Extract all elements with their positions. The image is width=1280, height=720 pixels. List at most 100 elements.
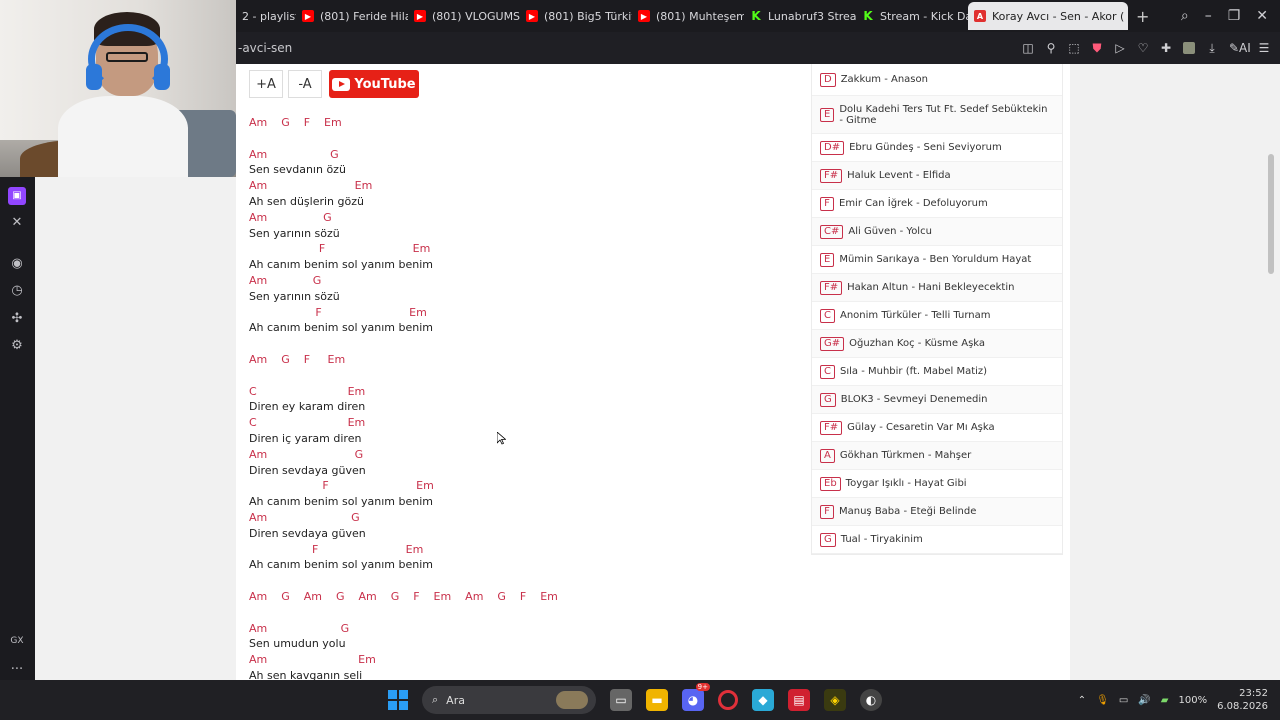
microphone-icon[interactable]: 🎙	[1096, 695, 1109, 706]
pin-icon[interactable]: ⚲	[1045, 41, 1057, 55]
song-list-item[interactable]: Eb Toygar Işıklı - Hayat Gibi	[812, 470, 1062, 498]
song-key-badge: A	[820, 448, 835, 463]
url-field[interactable]: -avci-sen	[236, 41, 292, 55]
twitch-icon[interactable]: ▣	[8, 187, 26, 205]
obs-icon[interactable]: ◐	[860, 689, 882, 711]
song-title: Hakan Altun - Hani Bekleyecektin	[847, 282, 1015, 293]
volume-icon[interactable]: 🔊	[1138, 695, 1150, 706]
kick-icon: K	[751, 9, 761, 23]
extensions-icon[interactable]: ✣	[8, 310, 26, 328]
song-list-item[interactable]: G BLOK3 - Sevmeyi Denemedin	[812, 386, 1062, 414]
lyric-line: Diren iç yaram diren	[249, 432, 362, 445]
song-key-badge: C	[820, 308, 835, 323]
page-scrollbar[interactable]	[1268, 154, 1274, 274]
file-explorer-icon[interactable]: ▬	[646, 689, 668, 711]
lyric-line: Diren ey karam diren	[249, 400, 366, 414]
song-title: Ali Güven - Yolcu	[848, 226, 932, 237]
display-icon[interactable]: ▭	[1119, 695, 1128, 706]
lyric-line: Diren sevdaya güven	[249, 526, 366, 540]
song-list-item[interactable]: F# Gülay - Cesaretin Var Mı Aşka	[812, 414, 1062, 442]
ai-icon[interactable]: ✎AI	[1229, 41, 1251, 55]
song-title: Haluk Levent - Elfida	[847, 170, 951, 181]
kodi-icon[interactable]: ◆	[752, 689, 774, 711]
song-list-item[interactable]: A Gökhan Türkmen - Mahşer	[812, 442, 1062, 470]
chord-line: F Em	[249, 542, 424, 556]
clock[interactable]: 23:52 6.08.2026	[1217, 687, 1268, 713]
chevron-up-icon[interactable]: ⌃	[1078, 695, 1086, 706]
song-list-item[interactable]: F# Hakan Altun - Hani Bekleyecektin	[812, 274, 1062, 302]
app-icon[interactable]: ▤	[788, 689, 810, 711]
webcam-overlay	[0, 0, 236, 177]
browser-tab[interactable]: K Lunabruf3 Strea	[744, 2, 856, 30]
song-list-item[interactable]: F Emir Can İğrek - Defoluyorum	[812, 190, 1062, 218]
lyrics-panel: +A -A YouTube Am G F Em Am G Sen sevdanın …	[236, 64, 1070, 680]
font-decrease-button[interactable]: -A	[288, 70, 322, 98]
song-list-item[interactable]: D# Ebru Gündeş - Seni Seviyorum	[812, 134, 1062, 162]
lyric-line: Sen umudun yolu	[249, 637, 346, 651]
shield-icon[interactable]: ⛊	[1091, 41, 1103, 56]
song-title: Emir Can İğrek - Defoluyorum	[839, 198, 988, 209]
heart-icon[interactable]: ♡	[1137, 41, 1149, 55]
player-icon[interactable]: ◉	[8, 255, 26, 273]
start-button[interactable]	[388, 690, 408, 710]
tab-label: (801) Muhteşem	[656, 9, 744, 23]
song-list: D Zakkum - Anason E Dolu Kadehi Ters Tut Ft…	[811, 64, 1063, 555]
song-list-item[interactable]: F Manuş Baba - Eteği Belinde	[812, 498, 1062, 526]
font-increase-button[interactable]: +A	[249, 70, 283, 98]
chord-line: Am G	[249, 621, 350, 635]
new-tab-button[interactable]: +	[1128, 7, 1157, 26]
taskbar-search[interactable]: ⌕ Ara	[422, 686, 596, 714]
maximize-icon[interactable]: ❐	[1228, 8, 1241, 24]
browser-tab[interactable]: K Stream - Kick Da	[856, 2, 968, 30]
song-list-item[interactable]: C# Ali Güven - Yolcu	[812, 218, 1062, 246]
download-icon[interactable]: ⤓	[1206, 41, 1218, 56]
gx-label[interactable]: GX	[8, 632, 26, 650]
song-list-item[interactable]: C Sıla - Muhbir (ft. Mabel Matiz)	[812, 358, 1062, 386]
search-tabs-icon[interactable]: ⌕	[1181, 8, 1189, 24]
extensions-icon[interactable]: ✚	[1160, 41, 1172, 55]
settings-icon[interactable]: ⚙	[8, 337, 26, 355]
song-list-item[interactable]: G Tual - Tiryakinim	[812, 526, 1062, 554]
song-list-item[interactable]: C Anonim Türküler - Telli Turnam	[812, 302, 1062, 330]
song-key-badge: E	[820, 107, 835, 122]
chord-line: Am Em	[249, 653, 376, 667]
browser-tab[interactable]: ▶ (801) Feride Hilal	[296, 2, 408, 30]
discord-icon[interactable]: ◕ 9+	[682, 683, 710, 711]
lyric-line: Sen sevdanın özü	[249, 163, 346, 177]
song-list-item[interactable]: D Zakkum - Anason	[812, 64, 1062, 96]
lyric-line: Ah canım benim sol yanım benim	[249, 558, 434, 572]
browser-tab[interactable]: A Koray Avcı - Sen - Akor ( C	[968, 2, 1128, 30]
browser-tab[interactable]: 2 - playlist	[236, 2, 296, 30]
opera-gx-icon[interactable]	[718, 690, 738, 710]
song-key-badge: C	[820, 364, 835, 379]
youtube-button[interactable]: YouTube	[329, 70, 419, 98]
song-list-item[interactable]: E Mümin Sarıkaya - Ben Yoruldum Hayat	[812, 246, 1062, 274]
song-list-item[interactable]: E Dolu Kadehi Ters Tut Ft. Sedef Sebüktek…	[812, 96, 1062, 134]
chord-line: Am G F Em	[249, 116, 342, 129]
browser-sidebar: ▣ ✕ ◉ ◷ ✣ ⚙ GX ...	[0, 177, 35, 680]
player-icon[interactable]: ▷	[1114, 41, 1126, 55]
browser-tab[interactable]: ▶ (801) VLOGUMS	[408, 2, 520, 30]
taskbar: ⌕ Ara ▭ ▬ ◕ 9+ ◆ ▤ ◈ ◐ ⌃ 🎙 ▭ 🔊 ▰ 100% 23:…	[0, 680, 1280, 720]
chord-line: Am G	[249, 210, 332, 224]
chord-line: C Em	[249, 416, 366, 430]
split-screen-icon[interactable]: ◫	[1022, 41, 1034, 55]
close-icon[interactable]: ✕	[1256, 8, 1268, 24]
battery-icon[interactable]: ▰	[1161, 695, 1169, 706]
song-list-item[interactable]: F# Haluk Levent - Elfida	[812, 162, 1062, 190]
menu-icon[interactable]: ☰	[1258, 41, 1270, 55]
avatar[interactable]	[1183, 42, 1195, 54]
browser-tab[interactable]: ▶ (801) Muhteşem	[632, 2, 744, 30]
minimize-icon[interactable]: –	[1205, 8, 1212, 24]
history-icon[interactable]: ◷	[8, 282, 26, 300]
task-view-icon[interactable]: ▭	[610, 689, 632, 711]
studio-icon[interactable]: ◈	[824, 689, 846, 711]
tab-label: Koray Avcı - Sen - Akor ( C	[992, 9, 1128, 23]
more-icon[interactable]: ...	[8, 657, 26, 675]
browser-tab[interactable]: ▶ (801) Big5 Türkiy	[520, 2, 632, 30]
x-twitter-icon[interactable]: ✕	[8, 214, 26, 232]
song-list-item[interactable]: G# Oğuzhan Koç - Küsme Aşka	[812, 330, 1062, 358]
snapshot-icon[interactable]: ⬚	[1068, 41, 1080, 55]
song-title: BLOK3 - Sevmeyi Denemedin	[840, 394, 988, 405]
song-key-badge: F#	[820, 168, 843, 183]
